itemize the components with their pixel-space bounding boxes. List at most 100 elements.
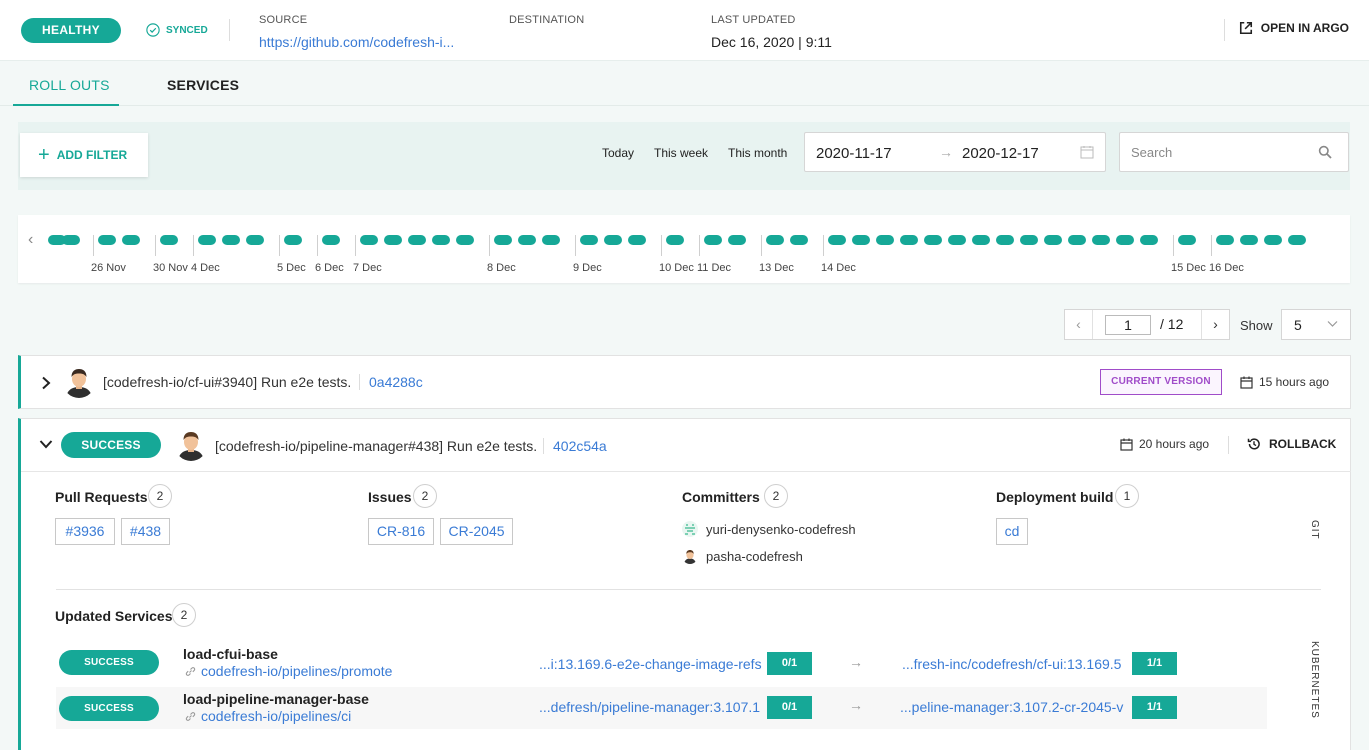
timeline-rollout-marker[interactable]	[604, 235, 622, 245]
timeline-date-label: 6 Dec	[315, 262, 344, 274]
timeline-prev-icon[interactable]: ‹	[28, 232, 40, 248]
page-size-select[interactable]: 5	[1281, 309, 1351, 340]
timeline-rollout-marker[interactable]	[1216, 235, 1234, 245]
timeline-rollout-marker[interactable]	[98, 235, 116, 245]
service-row: SUCCESS load-pipeline-manager-base codef…	[56, 687, 1267, 729]
timeline-rollout-marker[interactable]	[62, 235, 80, 245]
timeline-rollout-marker[interactable]	[542, 235, 560, 245]
calendar-icon	[1120, 438, 1133, 451]
quick-filter-this-month[interactable]: This month	[728, 146, 787, 160]
from-image-link[interactable]: ...i:13.169.6-e2e-change-image-refs	[539, 656, 762, 672]
date-from[interactable]: 2020-11-17	[816, 145, 892, 162]
chevron-down-icon[interactable]	[39, 437, 53, 451]
timeline-day-tick	[93, 235, 94, 256]
timeline-rollout-marker[interactable]	[704, 235, 722, 245]
service-pipeline-link[interactable]: codefresh-io/pipelines/ci	[185, 708, 351, 724]
timeline-rollout-marker[interactable]	[852, 235, 870, 245]
timeline-date-label: 5 Dec	[277, 262, 306, 274]
timeline-rollout-marker[interactable]	[284, 235, 302, 245]
timeline-rollout-marker[interactable]	[122, 235, 140, 245]
search-input[interactable]	[1120, 133, 1310, 171]
open-in-argo-button[interactable]: OPEN IN ARGO	[1239, 21, 1349, 35]
timeline-rollout-marker[interactable]	[766, 235, 784, 245]
service-name: load-pipeline-manager-base	[183, 691, 369, 707]
timeline-rollout-marker[interactable]	[828, 235, 846, 245]
timeline-rollout-marker[interactable]	[518, 235, 536, 245]
timeline-rollout-marker[interactable]	[972, 235, 990, 245]
timeline-rollout-marker[interactable]	[924, 235, 942, 245]
timeline-rollout-marker[interactable]	[1068, 235, 1086, 245]
timeline-rollout-marker[interactable]	[222, 235, 240, 245]
timeline-rollout-marker[interactable]	[432, 235, 450, 245]
timeline-rollout-marker[interactable]	[160, 235, 178, 245]
next-page-button[interactable]: ›	[1201, 310, 1229, 339]
deployment-build-link[interactable]: cd	[996, 518, 1028, 545]
timeline-day-tick	[155, 235, 156, 256]
timeline-rollout-marker[interactable]	[384, 235, 402, 245]
timeline-rollout-marker[interactable]	[1092, 235, 1110, 245]
timeline-rollout-marker[interactable]	[948, 235, 966, 245]
count-badge: 2	[172, 603, 196, 627]
timeline-rollout-marker[interactable]	[1116, 235, 1134, 245]
timeline-rollout-marker[interactable]	[1178, 235, 1196, 245]
kubernetes-section-label: KUBERNETES	[1309, 641, 1320, 719]
to-image-link[interactable]: ...peline-manager:3.107.2-cr-2045-v	[900, 699, 1123, 715]
timeline-rollout-marker[interactable]	[246, 235, 264, 245]
source-link[interactable]: https://github.com/codefresh-i...	[259, 34, 454, 50]
header-divider	[229, 19, 230, 41]
current-version-badge: CURRENT VERSION	[1100, 369, 1222, 395]
add-filter-button[interactable]: + ADD FILTER	[20, 133, 148, 177]
pull-request-link[interactable]: #3936	[55, 518, 115, 545]
timeline-rollout-marker[interactable]	[1264, 235, 1282, 245]
timeline-rollout-marker[interactable]	[996, 235, 1014, 245]
rollout-time: 20 hours ago	[1120, 437, 1209, 451]
timeline-rollout-marker[interactable]	[198, 235, 216, 245]
timeline-rollout-marker[interactable]	[1240, 235, 1258, 245]
date-range-picker[interactable]: 2020-11-17 → 2020-12-17	[804, 132, 1106, 172]
date-to[interactable]: 2020-12-17	[962, 145, 1039, 162]
timeline-day-tick	[661, 235, 662, 256]
search-icon[interactable]	[1318, 145, 1332, 159]
pull-request-link[interactable]: #438	[121, 518, 170, 545]
timeline-rollout-marker[interactable]	[628, 235, 646, 245]
rollout-row-expanded: SUCCESS [codefresh-io/pipeline-manager#4…	[18, 418, 1351, 750]
prev-page-button[interactable]: ‹	[1065, 310, 1093, 339]
issue-link[interactable]: CR-816	[368, 518, 434, 545]
timeline-rollout-marker[interactable]	[900, 235, 918, 245]
rollback-button[interactable]: ROLLBACK	[1247, 437, 1336, 451]
updated-services-title: Updated Services	[55, 608, 173, 624]
rollout-timeline: ‹ 26 Nov 30 Nov 4 Dec 5 Dec 6 Dec 7 Dec …	[18, 215, 1350, 283]
timeline-rollout-marker[interactable]	[408, 235, 426, 245]
tab-rollouts[interactable]: ROLL OUTS	[29, 77, 110, 93]
timeline-rollout-marker[interactable]	[322, 235, 340, 245]
sync-status-label: SYNCED	[166, 24, 208, 36]
service-pipeline-link[interactable]: codefresh-io/pipelines/promote	[185, 663, 392, 679]
commit-sha-link[interactable]: 0a4288c	[369, 374, 423, 390]
chevron-down-icon	[1327, 321, 1338, 327]
commit-sha-link[interactable]: 402c54a	[553, 438, 607, 454]
to-image-link[interactable]: ...fresh-inc/codefresh/cf-ui:13.169.5	[902, 656, 1121, 672]
tab-services[interactable]: SERVICES	[167, 77, 239, 93]
quick-filter-today[interactable]: Today	[602, 146, 634, 160]
timeline-rollout-marker[interactable]	[1140, 235, 1158, 245]
timeline-rollout-marker[interactable]	[580, 235, 598, 245]
timeline-rollout-marker[interactable]	[1044, 235, 1062, 245]
page-number-input[interactable]: 1	[1105, 315, 1151, 335]
quick-filter-this-week[interactable]: This week	[654, 146, 708, 160]
chevron-right-icon[interactable]	[39, 376, 53, 390]
timeline-rollout-marker[interactable]	[1288, 235, 1306, 245]
timeline-rollout-marker[interactable]	[728, 235, 746, 245]
from-image-link[interactable]: ...defresh/pipeline-manager:3.107.1	[539, 699, 760, 715]
timeline-rollout-marker[interactable]	[494, 235, 512, 245]
timeline-rollout-marker[interactable]	[360, 235, 378, 245]
timeline-rollout-marker[interactable]	[666, 235, 684, 245]
timeline-rollout-marker[interactable]	[790, 235, 808, 245]
count-badge: 2	[148, 484, 172, 508]
timeline-rollout-marker[interactable]	[456, 235, 474, 245]
rollout-row[interactable]: [codefresh-io/cf-ui#3940] Run e2e tests.…	[18, 355, 1351, 409]
timeline-rollout-marker[interactable]	[1020, 235, 1038, 245]
timeline-rollout-marker[interactable]	[876, 235, 894, 245]
timeline-day-tick	[489, 235, 490, 256]
issue-link[interactable]: CR-2045	[440, 518, 513, 545]
search-box	[1119, 132, 1349, 172]
